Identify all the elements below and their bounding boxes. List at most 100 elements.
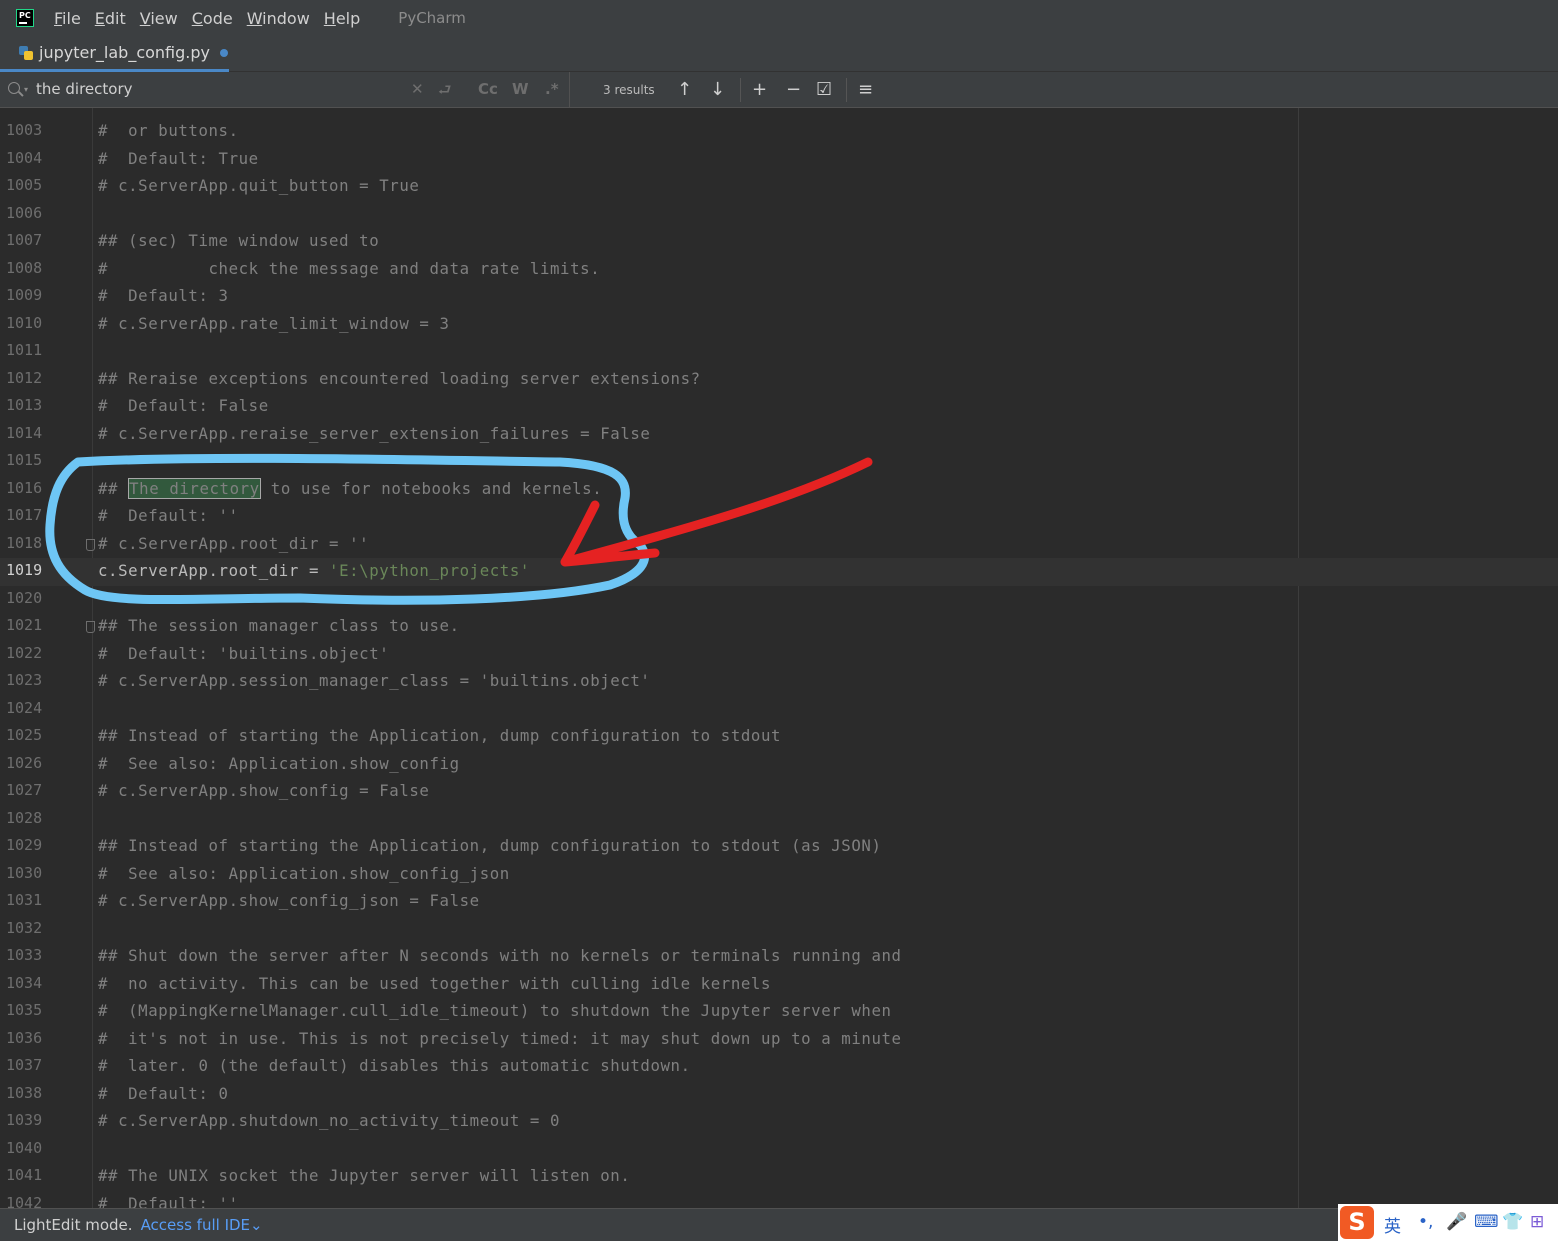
code-text[interactable]: # See also: Application.show_config xyxy=(98,754,460,773)
code-text[interactable]: c.ServerApp.root_dir = 'E:\python_projec… xyxy=(98,561,530,580)
code-text[interactable]: # c.ServerApp.quit_button = True xyxy=(98,176,419,195)
code-text[interactable]: ## The UNIX socket the Jupyter server wi… xyxy=(98,1166,630,1185)
code-line[interactable]: 1042 # Default: '' xyxy=(0,1191,1558,1209)
find-input[interactable]: ▾ the directory ✕ ⮐ Cc W .* xyxy=(0,72,570,108)
access-full-ide-link[interactable]: Access full IDE⌄ xyxy=(141,1216,263,1234)
add-occurrence-icon[interactable]: + xyxy=(752,79,767,100)
code-line[interactable]: 1023 # c.ServerApp.session_manager_class … xyxy=(0,668,1558,696)
code-text[interactable]: # c.ServerApp.show_config = False xyxy=(98,781,429,800)
previous-occurrence-icon[interactable]: ↑ xyxy=(677,79,692,100)
code-line[interactable]: 1031 # c.ServerApp.show_config_json = Fal… xyxy=(0,888,1558,916)
code-line[interactable]: 1040 xyxy=(0,1136,1558,1164)
code-text[interactable]: ## Shut down the server after N seconds … xyxy=(98,946,902,965)
code-line[interactable]: 1022 # Default: 'builtins.object' xyxy=(0,641,1558,669)
code-line[interactable]: 1032 xyxy=(0,916,1558,944)
code-line[interactable]: 1021 ## The session manager class to use. xyxy=(0,613,1558,641)
code-line[interactable]: 1008 # check the message and data rate li… xyxy=(0,256,1558,284)
code-line[interactable]: 1013 # Default: False xyxy=(0,393,1558,421)
menu-view[interactable]: View xyxy=(140,9,178,28)
code-text[interactable]: # it's not in use. This is not precisely… xyxy=(98,1029,902,1048)
code-line[interactable]: 1028 xyxy=(0,806,1558,834)
code-line[interactable]: 1012 ## Reraise exceptions encountered lo… xyxy=(0,366,1558,394)
code-text[interactable]: # c.ServerApp.session_manager_class = 'b… xyxy=(98,671,650,690)
code-text[interactable]: # or buttons. xyxy=(98,121,239,140)
code-line[interactable]: 1037 # later. 0 (the default) disables th… xyxy=(0,1053,1558,1081)
code-line[interactable]: 1015 xyxy=(0,448,1558,476)
code-line[interactable]: 1034 # no activity. This can be used toge… xyxy=(0,971,1558,999)
code-line[interactable]: 1017 # Default: '' xyxy=(0,503,1558,531)
clear-search-icon[interactable]: ✕ xyxy=(411,80,424,98)
code-line[interactable]: 1005 # c.ServerApp.quit_button = True xyxy=(0,173,1558,201)
remove-occurrence-icon[interactable]: − xyxy=(786,79,801,100)
code-text[interactable]: # later. 0 (the default) disables this a… xyxy=(98,1056,691,1075)
code-line[interactable]: 1006 xyxy=(0,201,1558,229)
ime-language-toggle[interactable]: 英 xyxy=(1384,1212,1401,1237)
code-text[interactable]: ## Instead of starting the Application, … xyxy=(98,836,881,855)
code-text[interactable]: ## The directory to use for notebooks an… xyxy=(98,477,602,499)
code-text[interactable]: # Default: False xyxy=(98,396,269,415)
code-line[interactable]: 1018 # c.ServerApp.root_dir = '' xyxy=(0,531,1558,559)
sogou-logo-icon[interactable]: S xyxy=(1340,1206,1374,1239)
code-line[interactable]: 1014 # c.ServerApp.reraise_server_extensi… xyxy=(0,421,1558,449)
code-line[interactable]: 1036 # it's not in use. This is not preci… xyxy=(0,1026,1558,1054)
words-button[interactable]: W xyxy=(512,80,529,98)
code-line[interactable]: 1024 xyxy=(0,696,1558,724)
code-line[interactable]: 1016 ## The directory to use for notebook… xyxy=(0,476,1558,504)
code-line[interactable]: 1026 # See also: Application.show_config xyxy=(0,751,1558,779)
code-text[interactable]: # c.ServerApp.show_config_json = False xyxy=(98,891,480,910)
code-line[interactable]: 1039 # c.ServerApp.shutdown_no_activity_t… xyxy=(0,1108,1558,1136)
code-text[interactable]: # Default: '' xyxy=(98,1194,239,1209)
code-text[interactable]: # Default: 'builtins.object' xyxy=(98,644,389,663)
tab-jupyter-lab-config[interactable]: jupyter_lab_config.py xyxy=(0,36,229,72)
code-text[interactable]: # c.ServerApp.reraise_server_extension_f… xyxy=(98,424,650,443)
code-line[interactable]: 1019 c.ServerApp.root_dir = 'E:\python_pr… xyxy=(0,558,1558,586)
microphone-icon[interactable]: 🎤 xyxy=(1446,1212,1467,1232)
menu-edit[interactable]: Edit xyxy=(95,9,126,28)
new-line-icon[interactable]: ⮐ xyxy=(438,80,452,105)
search-icon[interactable]: ▾ xyxy=(8,82,28,98)
ime-punctuation-toggle[interactable]: •, xyxy=(1418,1212,1433,1232)
code-editor[interactable]: 1003 # or buttons. 1004 # Default: True 1005… xyxy=(0,108,1558,1208)
keyboard-icon[interactable]: ⌨ xyxy=(1474,1212,1499,1232)
next-occurrence-icon[interactable]: ↓ xyxy=(710,79,725,100)
menu-window[interactable]: Window xyxy=(247,9,310,28)
menu-code[interactable]: Code xyxy=(192,9,233,28)
code-text[interactable]: ## Instead of starting the Application, … xyxy=(98,726,781,745)
code-line[interactable]: 1011 xyxy=(0,338,1558,366)
code-text[interactable]: # (MappingKernelManager.cull_idle_timeou… xyxy=(98,1001,892,1020)
code-text[interactable]: # Default: 0 xyxy=(98,1084,229,1103)
code-text[interactable]: # c.ServerApp.root_dir = '' xyxy=(98,534,369,553)
code-line[interactable]: 1035 # (MappingKernelManager.cull_idle_ti… xyxy=(0,998,1558,1026)
match-case-button[interactable]: Cc xyxy=(478,80,498,98)
code-line[interactable]: 1010 # c.ServerApp.rate_limit_window = 3 xyxy=(0,311,1558,339)
skin-icon[interactable]: 👕 xyxy=(1502,1212,1523,1232)
select-all-occurrences-icon[interactable]: ☑ xyxy=(816,79,832,100)
toolbox-icon[interactable]: ⊞ xyxy=(1530,1212,1544,1232)
code-line[interactable]: 1027 # c.ServerApp.show_config = False xyxy=(0,778,1558,806)
fold-marker-icon[interactable] xyxy=(86,538,95,551)
code-text[interactable]: ## The session manager class to use. xyxy=(98,616,460,635)
code-line[interactable]: 1004 # Default: True xyxy=(0,146,1558,174)
code-text[interactable]: # See also: Application.show_config_json xyxy=(98,864,510,883)
code-text[interactable]: ## (sec) Time window used to xyxy=(98,231,379,250)
code-line[interactable]: 1003 # or buttons. xyxy=(0,118,1558,146)
code-text[interactable]: # c.ServerApp.shutdown_no_activity_timeo… xyxy=(98,1111,560,1130)
filter-search-results-icon[interactable]: ≡ xyxy=(858,79,873,100)
code-line[interactable]: 1038 # Default: 0 xyxy=(0,1081,1558,1109)
code-line[interactable]: 1033 ## Shut down the server after N seco… xyxy=(0,943,1558,971)
code-text[interactable]: # Default: '' xyxy=(98,506,239,525)
code-line[interactable]: 1020 xyxy=(0,586,1558,614)
code-text[interactable]: # no activity. This can be used together… xyxy=(98,974,771,993)
menu-file[interactable]: File xyxy=(54,9,81,28)
code-line[interactable]: 1025 ## Instead of starting the Applicati… xyxy=(0,723,1558,751)
code-line[interactable]: 1030 # See also: Application.show_config_… xyxy=(0,861,1558,889)
code-text[interactable]: # Default: 3 xyxy=(98,286,229,305)
code-text[interactable]: # check the message and data rate limits… xyxy=(98,259,600,278)
regex-button[interactable]: .* xyxy=(545,80,559,98)
code-line[interactable]: 1029 ## Instead of starting the Applicati… xyxy=(0,833,1558,861)
code-line[interactable]: 1009 # Default: 3 xyxy=(0,283,1558,311)
menu-help[interactable]: Help xyxy=(324,9,360,28)
search-query[interactable]: the directory xyxy=(36,80,133,98)
code-text[interactable]: # c.ServerApp.rate_limit_window = 3 xyxy=(98,314,450,333)
fold-marker-icon[interactable] xyxy=(86,621,95,633)
